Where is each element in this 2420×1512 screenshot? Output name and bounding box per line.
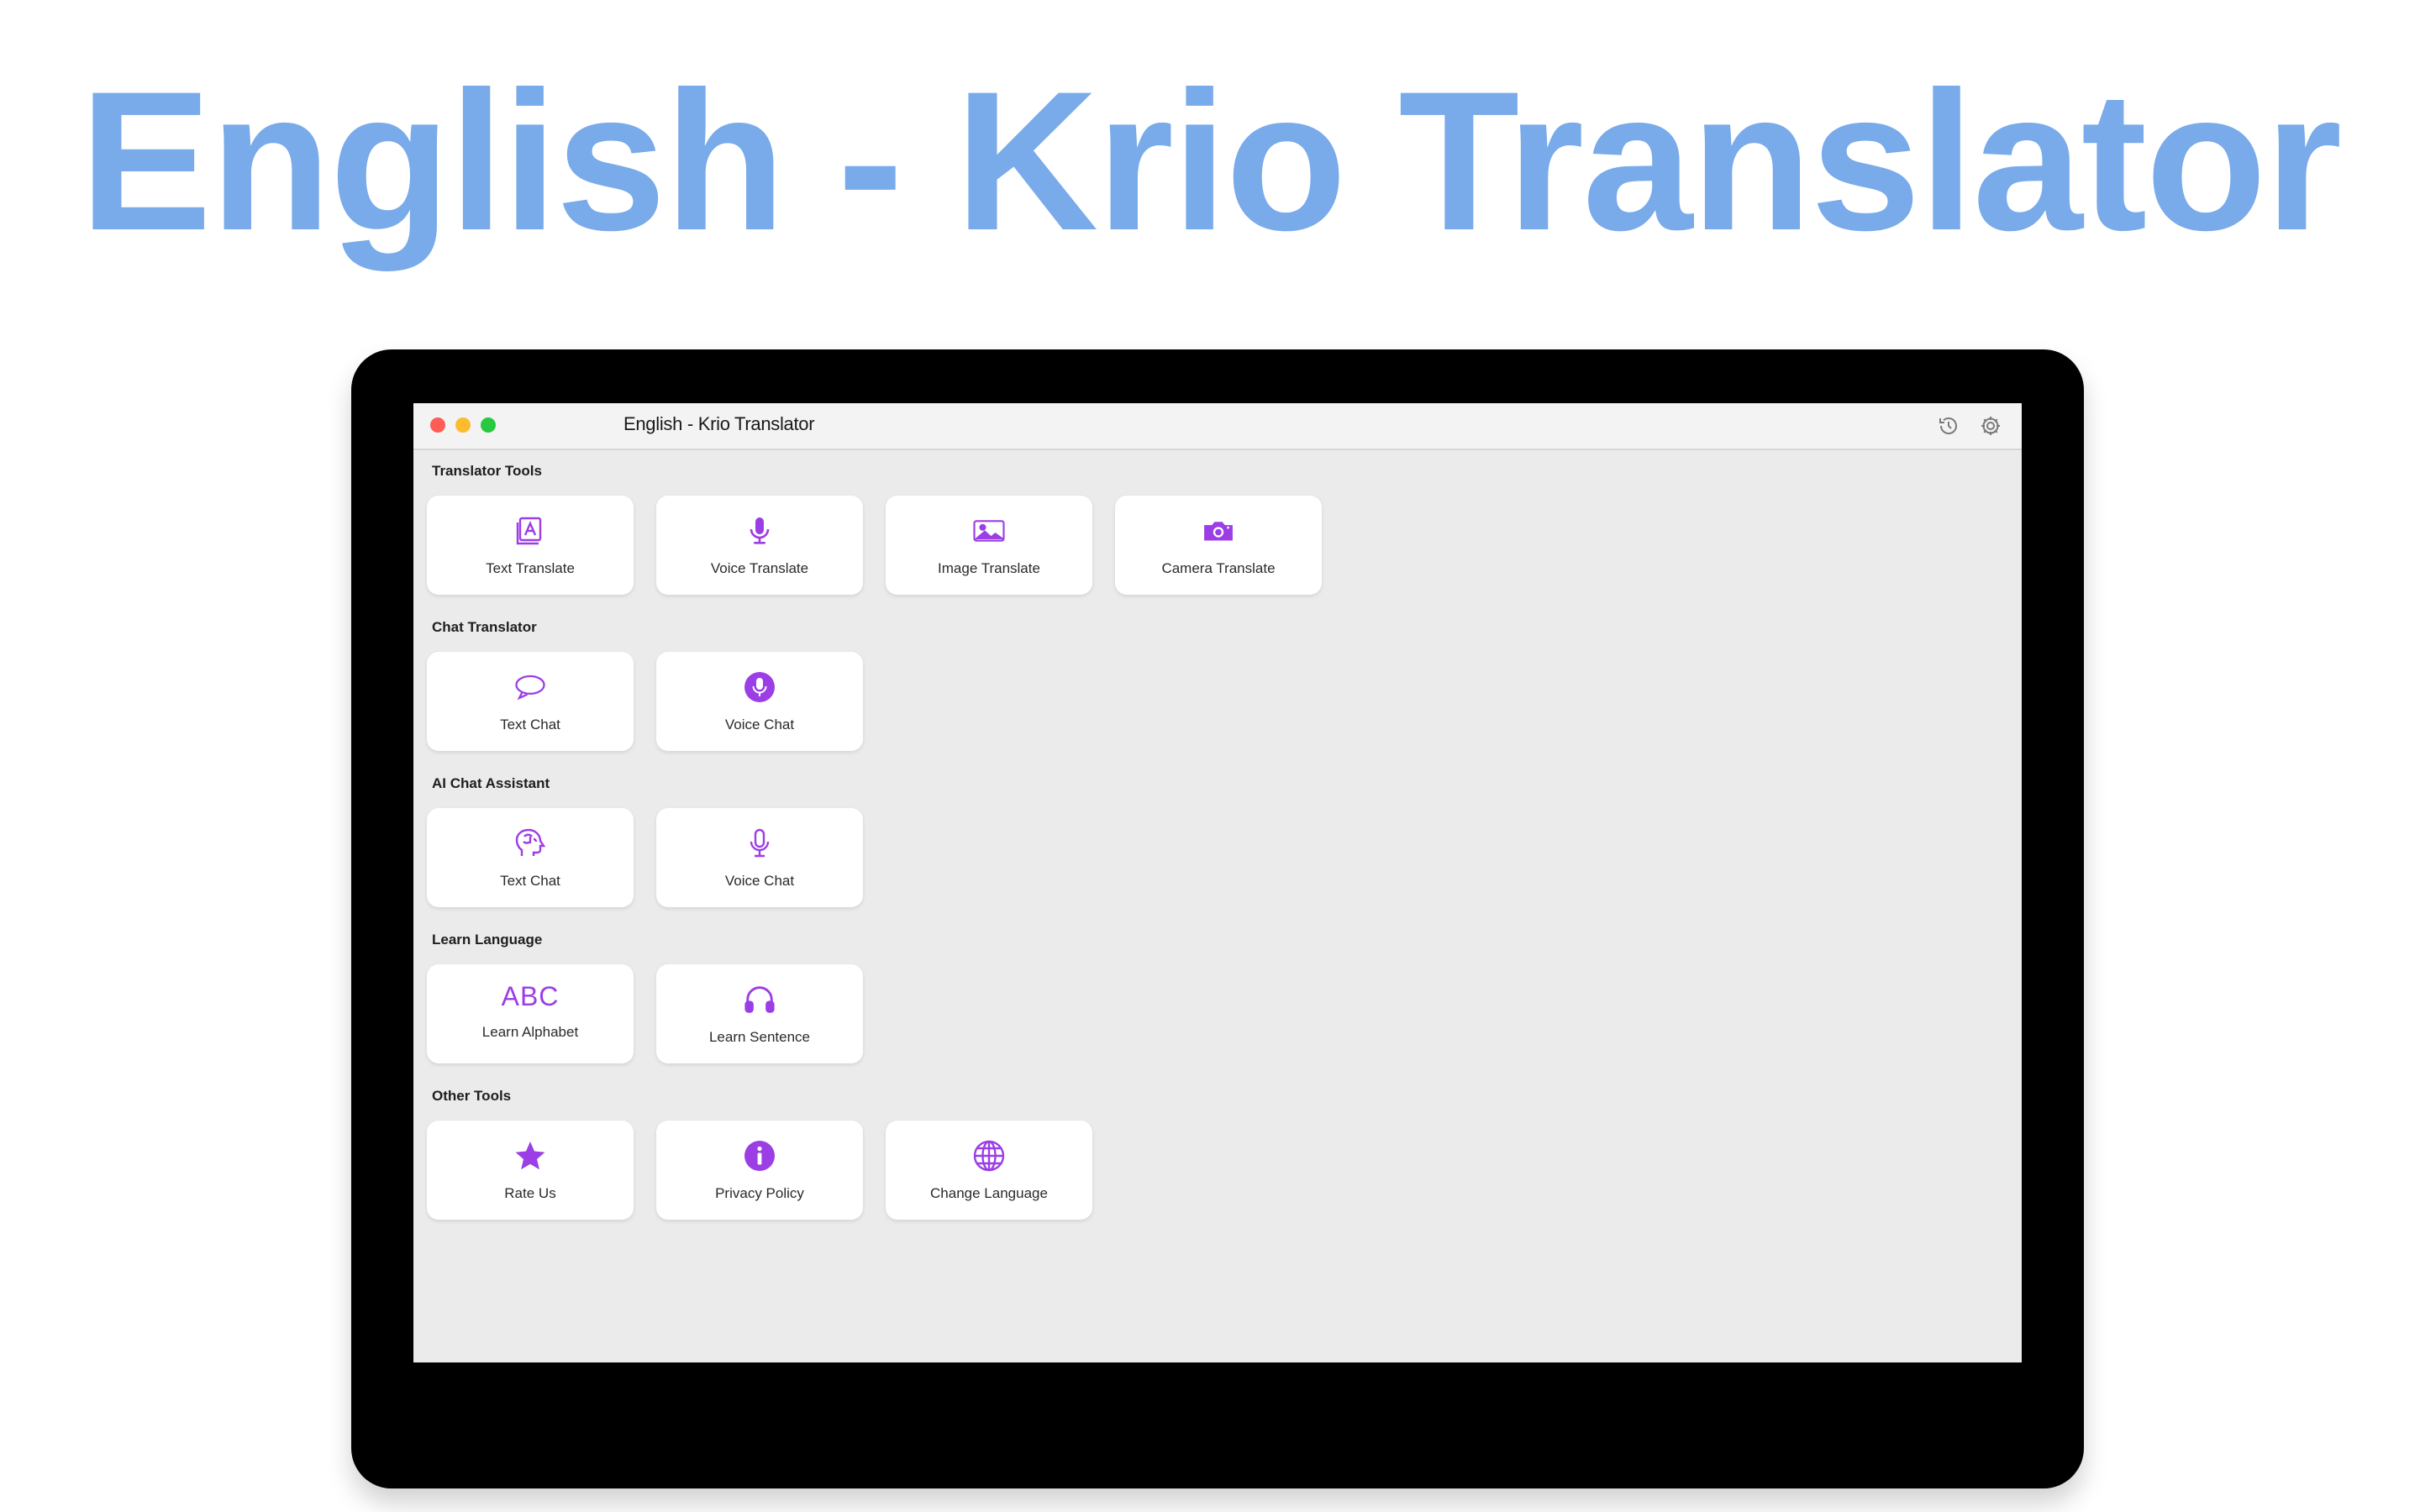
card-label: Text Chat — [500, 873, 560, 889]
camera-icon — [1202, 514, 1235, 548]
history-icon[interactable] — [1936, 413, 1961, 438]
card-label: Voice Translate — [710, 560, 809, 576]
card-label: Image Translate — [938, 560, 1040, 576]
voice-chat-button[interactable]: Voice Chat — [656, 652, 863, 751]
change-language-button[interactable]: Change Language — [886, 1121, 1092, 1220]
window-title: English - Krio Translator — [623, 413, 815, 434]
microphone-outline-icon — [743, 827, 776, 860]
card-label: Camera Translate — [1161, 560, 1276, 576]
card-label: Text Translate — [486, 560, 575, 576]
card-label: Voice Chat — [724, 873, 795, 889]
learn-sentence-button[interactable]: Learn Sentence — [656, 964, 863, 1063]
text-translate-button[interactable]: Text Translate — [427, 496, 634, 595]
star-icon — [513, 1139, 547, 1173]
card-label: Rate Us — [504, 1185, 556, 1201]
gear-icon[interactable] — [1978, 413, 2003, 438]
hero-title: English - Krio Translator — [79, 50, 2343, 272]
card-label: Text Chat — [500, 717, 560, 732]
section-label-chat-translator: Chat Translator — [432, 619, 537, 635]
ai-text-chat-button[interactable]: Text Chat — [427, 808, 634, 907]
learn-alphabet-button[interactable]: ABC Learn Alphabet — [427, 964, 634, 1063]
close-window-button[interactable] — [430, 417, 445, 433]
microphone-icon — [743, 514, 776, 548]
abc-glyph: ABC — [501, 980, 560, 1011]
voice-translate-button[interactable]: Voice Translate — [656, 496, 863, 595]
camera-translate-button[interactable]: Camera Translate — [1115, 496, 1322, 595]
laptop-frame: English - Krio Translator Translator Too… — [351, 349, 2084, 1488]
section-label-ai-chat-assistant: AI Chat Assistant — [432, 775, 550, 791]
title-bar: English - Krio Translator — [413, 403, 2022, 450]
card-label: Learn Alphabet — [481, 1024, 579, 1040]
info-icon — [743, 1139, 776, 1173]
zoom-window-button[interactable] — [481, 417, 496, 433]
abc-icon: ABC — [480, 979, 581, 1013]
section-label-translator-tools: Translator Tools — [432, 463, 542, 479]
privacy-policy-button[interactable]: Privacy Policy — [656, 1121, 863, 1220]
image-icon — [972, 514, 1006, 548]
section-label-other-tools: Other Tools — [432, 1088, 512, 1104]
card-label: Privacy Policy — [715, 1185, 804, 1201]
headphones-icon — [743, 983, 776, 1016]
app-window: English - Krio Translator Translator Too… — [413, 403, 2022, 1362]
card-label: Change Language — [930, 1185, 1048, 1201]
globe-icon — [972, 1139, 1006, 1173]
brain-head-icon — [513, 827, 547, 860]
card-label: Voice Chat — [724, 717, 795, 732]
chat-bubble-icon — [513, 670, 547, 704]
card-label: Learn Sentence — [708, 1029, 811, 1045]
microphone-circle-icon — [743, 670, 776, 704]
rate-us-button[interactable]: Rate Us — [427, 1121, 634, 1220]
minimize-window-button[interactable] — [455, 417, 471, 433]
image-translate-button[interactable]: Image Translate — [886, 496, 1092, 595]
section-label-learn-language: Learn Language — [432, 932, 543, 948]
text-chat-button[interactable]: Text Chat — [427, 652, 634, 751]
text-translate-icon — [513, 514, 547, 548]
ai-voice-chat-button[interactable]: Voice Chat — [656, 808, 863, 907]
